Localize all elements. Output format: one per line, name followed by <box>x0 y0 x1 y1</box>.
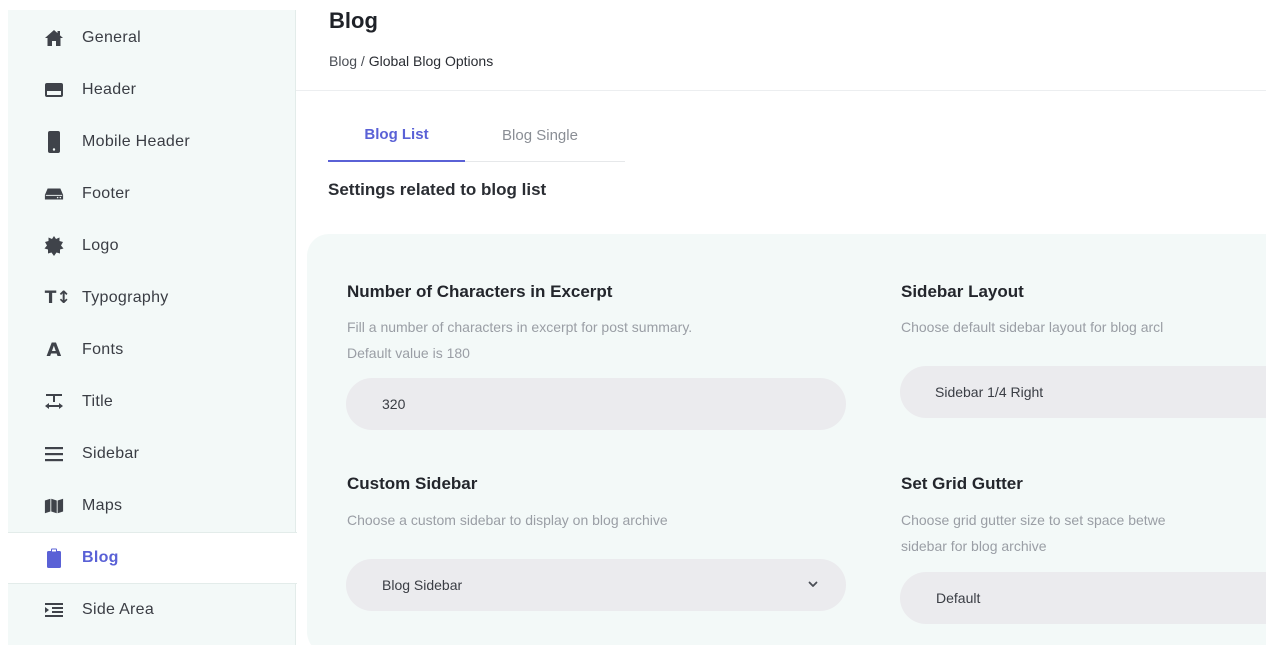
title-icon <box>44 392 64 412</box>
indent-icon <box>44 600 64 620</box>
sidebar-item-general[interactable]: General <box>8 12 296 64</box>
breadcrumb: Blog / Global Blog Options <box>329 53 493 69</box>
sidebar-layout-label: Sidebar Layout <box>901 282 1024 301</box>
sidebar-item-label: Footer <box>82 185 131 202</box>
excerpt-help-line1: Fill a number of characters in excerpt f… <box>347 319 693 335</box>
sidebar-item-mobile-header[interactable]: Mobile Header <box>8 116 296 168</box>
sidebar-item-label: Side Area <box>82 601 155 618</box>
breadcrumb-separator: / <box>357 53 369 69</box>
fonts-icon: A <box>46 339 62 361</box>
sidebar-item-label: Typography <box>82 289 169 306</box>
mobile-icon <box>44 131 64 153</box>
options-sidebar: General Header Mobile Header Footer Logo <box>8 10 297 645</box>
sidebar-item-header[interactable]: Header <box>8 64 296 116</box>
sidebar-item-label: Logo <box>82 237 119 254</box>
sidebar-item-footer[interactable]: Footer <box>8 168 296 220</box>
sidebar-item-blog[interactable]: Blog <box>8 532 297 584</box>
breadcrumb-current: Global Blog Options <box>368 53 494 69</box>
sidebar-item-label: Fonts <box>82 341 124 358</box>
header-divider <box>296 90 1266 91</box>
sidebar-layout-select[interactable]: Sidebar 1/4 Right <box>900 366 1266 418</box>
sidebar-icon <box>44 444 64 464</box>
section-description: Settings related to blog list <box>328 180 547 199</box>
sidebar-layout-value: Sidebar 1/4 Right <box>935 384 1044 400</box>
sidebar-item-label: Mobile Header <box>82 133 190 150</box>
page-title: Blog <box>329 8 378 33</box>
custom-sidebar-label: Custom Sidebar <box>347 474 478 493</box>
sidebar-item-label: Blog <box>82 549 119 566</box>
sidebar-item-side-area[interactable]: Side Area <box>8 584 296 636</box>
sidebar-item-sidebar[interactable]: Sidebar <box>8 428 296 480</box>
tab-blog-single[interactable]: Blog Single <box>480 108 600 162</box>
sidebar-item-label: Maps <box>82 497 123 514</box>
excerpt-label: Number of Characters in Excerpt <box>347 282 613 301</box>
chevron-down-icon <box>806 577 820 591</box>
custom-sidebar-value: Blog Sidebar <box>382 577 463 593</box>
excerpt-help-line2: Default value is 180 <box>347 345 470 361</box>
tab-bar: Blog List Blog Single <box>328 108 625 162</box>
footer-icon <box>44 184 64 204</box>
home-icon <box>44 28 64 48</box>
custom-sidebar-help: Choose a custom sidebar to display on bl… <box>347 512 668 528</box>
breadcrumb-root[interactable]: Blog <box>329 53 357 69</box>
logo-icon <box>44 236 64 256</box>
sidebar-item-title[interactable]: Title <box>8 376 296 428</box>
sidebar-item-label: Sidebar <box>82 445 140 462</box>
header-icon <box>44 80 64 100</box>
custom-sidebar-select[interactable]: Blog Sidebar <box>346 559 846 611</box>
grid-gutter-label: Set Grid Gutter <box>901 474 1023 493</box>
excerpt-value: 320 <box>382 396 406 412</box>
sidebar-item-label: Header <box>82 81 137 98</box>
app-root: General Header Mobile Header Footer Logo <box>0 0 1266 645</box>
grid-gutter-value: Default <box>936 590 981 606</box>
clipboard-icon <box>44 548 64 568</box>
grid-gutter-help-line1: Choose grid gutter size to set space bet… <box>901 512 1166 528</box>
sidebar-item-logo[interactable]: Logo <box>8 220 296 272</box>
typography-icon: T↕ <box>44 288 72 308</box>
grid-gutter-select[interactable]: Default <box>900 572 1266 624</box>
sidebar-item-maps[interactable]: Maps <box>8 480 296 532</box>
excerpt-input[interactable]: 320 <box>346 378 846 430</box>
grid-gutter-help-line2: sidebar for blog archive <box>901 538 1047 554</box>
sidebar-item-label: Title <box>82 393 114 410</box>
sidebar-item-typography[interactable]: T↕ Typography <box>8 272 296 324</box>
map-icon <box>44 496 64 516</box>
sidebar-item-label: General <box>82 29 142 46</box>
tab-blog-list[interactable]: Blog List <box>328 108 465 162</box>
sidebar-item-fonts[interactable]: A Fonts <box>8 324 296 376</box>
sidebar-layout-help: Choose default sidebar layout for blog a… <box>901 319 1164 335</box>
